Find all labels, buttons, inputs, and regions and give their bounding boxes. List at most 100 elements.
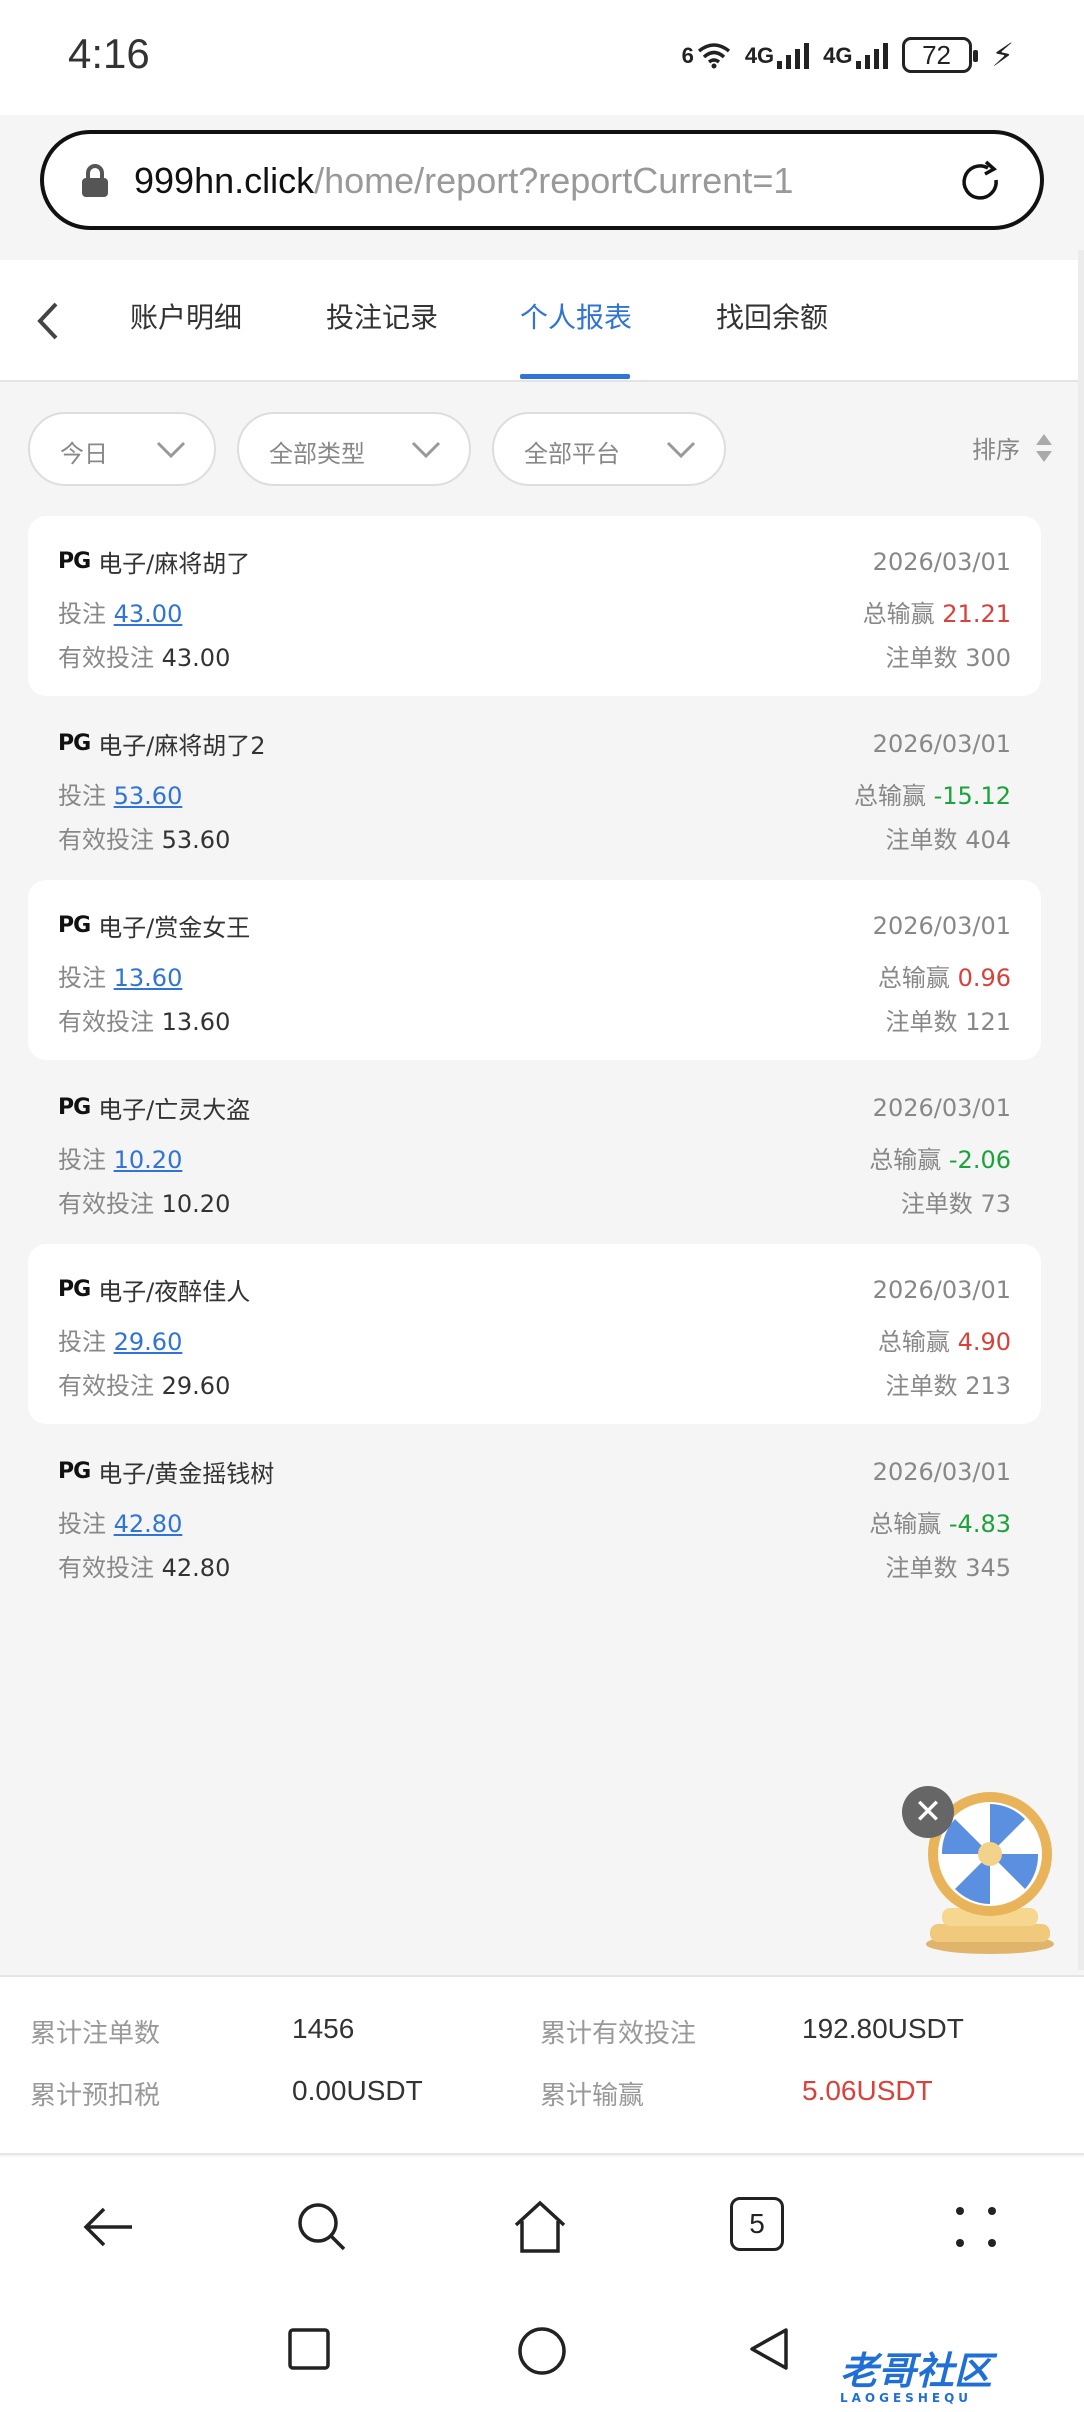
total-wl-label: 累计输赢 (540, 2081, 645, 2111)
bet-amount-link[interactable]: 53.60 (114, 782, 183, 810)
back-triangle-icon[interactable] (744, 2324, 794, 2374)
summary-panel: 累计注单数 1456 累计有效投注 192.80USDT 累计预扣税 0.00U… (0, 1975, 1084, 2155)
report-card[interactable]: PG 电子/赏金女王 2026/03/01 投注 13.60 总输赢 0.96 有效投注 … (28, 880, 1041, 1060)
tab-bet-records[interactable]: 投注记录 (326, 296, 438, 336)
win-loss-row: 总输赢 21.21 (863, 594, 1011, 629)
bet-count-value: 121 (965, 1008, 1011, 1036)
url-bar[interactable]: 999hn.click/home/report?reportCurrent=1 (40, 130, 1044, 230)
bet-amount-link[interactable]: 13.60 (114, 964, 183, 992)
win-loss-value: -15.12 (933, 782, 1011, 810)
valid-bet-label: 有效投注 (58, 1190, 154, 1218)
bet-count-row: 注单数 213 (886, 1366, 1011, 1401)
total-valid-value: 192.80USDT (802, 2013, 964, 2044)
total-valid-label: 累计有效投注 (540, 2019, 697, 2049)
game-name: 电子/亡灵大盗 (98, 1096, 251, 1124)
total-count-value: 1456 (292, 2013, 355, 2044)
type-filter-label: 全部类型 (269, 440, 365, 468)
win-loss-label: 总输赢 (862, 600, 935, 628)
bet-row: 投注 53.60 (58, 776, 182, 811)
win-loss-row: 总输赢 -2.06 (869, 1140, 1011, 1175)
chevron-down-icon (156, 441, 186, 459)
type-filter[interactable]: 全部类型 (237, 412, 471, 486)
valid-bet-value: 43.00 (161, 644, 231, 672)
bet-count-value: 300 (965, 644, 1011, 672)
tab-recover-balance[interactable]: 找回余额 (716, 296, 828, 336)
game-title: PG 电子/黄金摇钱树 (58, 1454, 274, 1489)
bet-row: 投注 10.20 (58, 1140, 182, 1175)
pg-brand-icon: PG (58, 731, 91, 756)
home-icon[interactable] (510, 2197, 570, 2257)
valid-bet-row: 有效投注 10.20 (58, 1184, 230, 1219)
report-card[interactable]: PG 电子/黄金摇钱树 2026/03/01 投注 42.80 总输赢 -4.83 有效投… (28, 1426, 1041, 1606)
bet-label: 投注 (58, 1328, 106, 1356)
report-tabs: 账户明细 投注记录 个人报表 找回余额 (0, 260, 1084, 382)
battery-icon: 72 (901, 37, 978, 73)
total-tax-label: 累计预扣税 (30, 2081, 161, 2111)
game-name: 电子/黄金摇钱树 (98, 1460, 275, 1488)
game-name: 电子/夜醉佳人 (98, 1278, 251, 1306)
pg-brand-icon: PG (58, 1459, 91, 1484)
search-icon[interactable] (292, 2197, 352, 2257)
win-loss-row: 总输赢 -15.12 (854, 776, 1011, 811)
url-path: /home/report?reportCurrent=1 (314, 160, 794, 201)
bet-count-row: 注单数 404 (886, 820, 1011, 855)
report-card[interactable]: PG 电子/麻将胡了2 2026/03/01 投注 53.60 总输赢 -15.12 有效… (28, 698, 1041, 878)
report-card[interactable]: PG 电子/亡灵大盗 2026/03/01 投注 10.20 总输赢 -2.06 有效投注… (28, 1062, 1041, 1242)
total-tax-value: 0.00USDT (292, 2075, 423, 2106)
game-title: PG 电子/麻将胡了 (58, 544, 250, 579)
date-filter[interactable]: 今日 (28, 412, 216, 486)
sim2-label: 4G (823, 43, 853, 68)
sort-button[interactable]: 排序 (972, 430, 1054, 465)
url-text[interactable]: 999hn.click/home/report?reportCurrent=1 (134, 160, 793, 202)
back-chevron-icon[interactable] (30, 296, 66, 346)
record-date: 2026/03/01 (872, 1094, 1011, 1122)
watermark-logo: 老哥社区 LAOGESHEQU (840, 2340, 992, 2405)
bet-label: 投注 (58, 964, 106, 992)
watermark-subtext: LAOGESHEQU (840, 2391, 973, 2405)
pg-brand-icon: PG (58, 549, 91, 574)
reload-icon[interactable] (956, 158, 1006, 208)
game-name: 电子/麻将胡了 (98, 550, 251, 578)
bet-count-label: 注单数 (900, 1190, 973, 1218)
win-loss-value: -4.83 (948, 1510, 1011, 1538)
valid-bet-value: 13.60 (161, 1008, 231, 1036)
valid-bet-row: 有效投注 53.60 (58, 820, 230, 855)
valid-bet-label: 有效投注 (58, 1372, 154, 1400)
back-arrow-icon[interactable] (78, 2197, 138, 2257)
browser-toolbar: 5 (0, 2157, 1084, 2292)
win-loss-label: 总输赢 (877, 964, 950, 992)
valid-bet-value: 53.60 (161, 826, 231, 854)
home-circle-icon[interactable] (515, 2324, 569, 2378)
report-card[interactable]: PG 电子/麻将胡了 2026/03/01 投注 43.00 总输赢 21.21 有效投注… (28, 516, 1041, 696)
record-date: 2026/03/01 (872, 1458, 1011, 1486)
bet-amount-link[interactable]: 43.00 (114, 600, 183, 628)
tabs-count-button[interactable]: 5 (730, 2197, 784, 2251)
win-loss-label: 总输赢 (853, 782, 926, 810)
bet-count-label: 注单数 (885, 826, 958, 854)
bet-amount-link[interactable]: 10.20 (114, 1146, 183, 1174)
valid-bet-label: 有效投注 (58, 826, 154, 854)
bet-count-row: 注单数 73 (901, 1184, 1011, 1219)
sort-icon (1036, 433, 1052, 462)
tab-personal-report[interactable]: 个人报表 (520, 296, 632, 336)
report-card[interactable]: PG 电子/夜醉佳人 2026/03/01 投注 29.60 总输赢 4.90 有效投注 … (28, 1244, 1041, 1424)
bet-count-value: 345 (965, 1554, 1011, 1582)
scrollbar[interactable] (1078, 250, 1084, 1970)
pg-brand-icon: PG (58, 913, 91, 938)
record-date: 2026/03/01 (872, 1276, 1011, 1304)
more-grid-icon[interactable] (946, 2197, 1006, 2257)
platform-filter[interactable]: 全部平台 (492, 412, 726, 486)
bet-count-value: 404 (965, 826, 1011, 854)
valid-bet-row: 有效投注 13.60 (58, 1002, 230, 1037)
bet-amount-link[interactable]: 29.60 (114, 1328, 183, 1356)
sort-label: 排序 (972, 436, 1020, 464)
signal-icon-sim2: 4G (823, 41, 888, 69)
valid-bet-row: 有效投注 42.80 (58, 1548, 230, 1583)
tab-account-details[interactable]: 账户明细 (130, 296, 242, 336)
valid-bet-value: 42.80 (161, 1554, 231, 1582)
bet-amount-link[interactable]: 42.80 (114, 1510, 183, 1538)
close-wheel-button[interactable]: ✕ (902, 1786, 954, 1838)
bet-row: 投注 13.60 (58, 958, 182, 993)
recents-square-icon[interactable] (284, 2324, 334, 2374)
bet-label: 投注 (58, 782, 106, 810)
